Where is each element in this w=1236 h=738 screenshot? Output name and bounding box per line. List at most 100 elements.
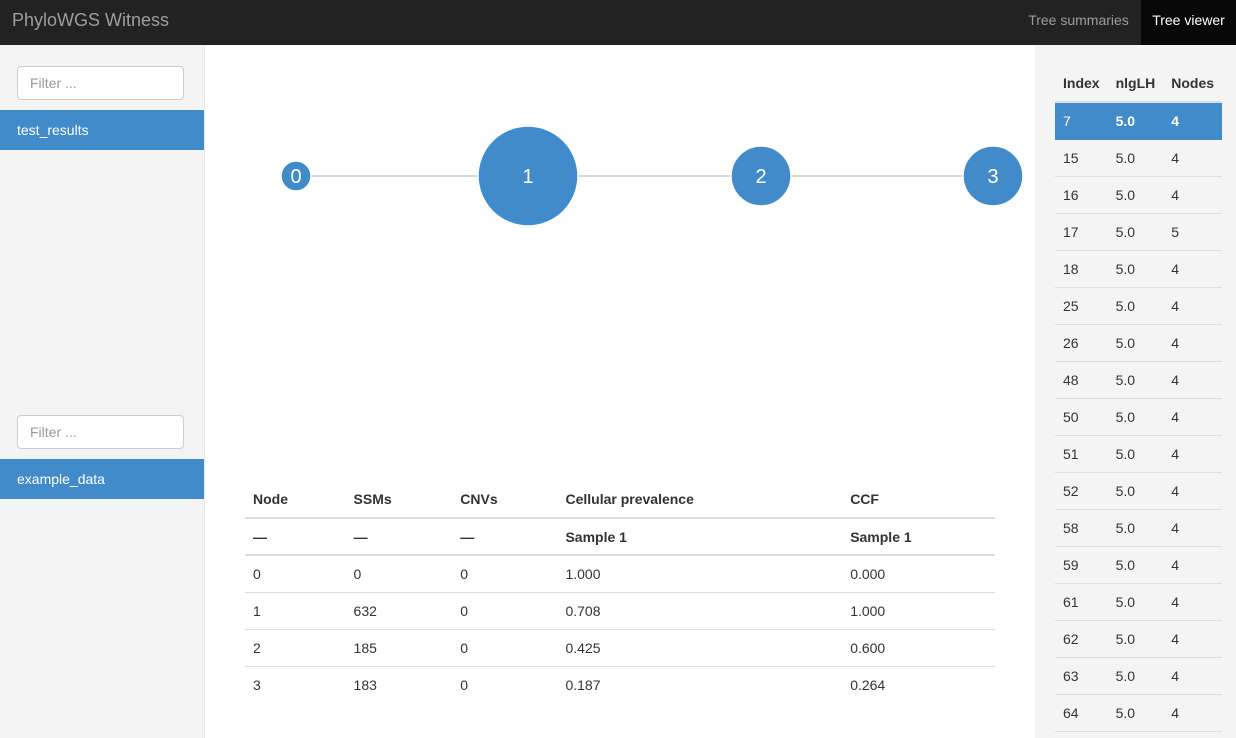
node-table-cell: 2 xyxy=(245,629,346,667)
run-filter-input[interactable] xyxy=(17,66,184,100)
node-table-header[interactable]: CCF xyxy=(842,481,995,519)
app-title[interactable]: PhyloWGS Witness xyxy=(12,10,169,30)
tree-list-cell: 4 xyxy=(1163,287,1223,325)
node-table-header[interactable]: Cellular prevalence xyxy=(557,481,843,519)
tree-list-cell: 4 xyxy=(1163,583,1223,621)
tree-list-cell: 5.0 xyxy=(1107,324,1164,362)
tree-list-cell: 5.0 xyxy=(1107,472,1164,510)
node-table-cell: 0.000 xyxy=(842,555,995,593)
node-table-cell: 0 xyxy=(460,676,469,693)
tree-node[interactable]: 2 xyxy=(730,145,792,207)
tree-list-cell: 5.0 xyxy=(1107,213,1164,251)
tree-list-table: Index nlgLH Nodes 7 5.0 4 15 5.0 4 16 5.0 4 17 5.0 5 1… xyxy=(1055,65,1223,732)
tree-node-label: 0 xyxy=(290,166,301,188)
tree-list-cell: 4 xyxy=(1163,398,1223,436)
tree-list-row[interactable]: 48 5.0 4 xyxy=(1055,361,1223,399)
node-table: Node SSMs CNVs Cellular prevalence CCF — — — Sa… xyxy=(245,481,995,703)
tree-list-cell: 5.0 xyxy=(1107,509,1164,547)
tree-list-row[interactable]: 64 5.0 4 xyxy=(1055,694,1223,732)
tree-list-cell: 61 xyxy=(1055,583,1108,621)
tree-list-row[interactable]: 51 5.0 4 xyxy=(1055,435,1223,473)
node-table-cell: 0.425 xyxy=(557,629,843,667)
nav-tree-summaries[interactable]: Tree summaries xyxy=(1016,0,1141,45)
node-table-cell: 183 xyxy=(353,676,377,693)
tree-list-cell: 15 xyxy=(1055,139,1108,177)
tree-list-cell: 4 xyxy=(1163,657,1223,695)
tree-node[interactable]: 1 xyxy=(477,125,579,227)
tree-list-header[interactable]: nlgLH xyxy=(1107,65,1164,103)
node-table-cell: 3 xyxy=(253,676,261,693)
tree-list-cell: 25 xyxy=(1055,287,1108,325)
node-table-cell: 0 xyxy=(345,555,453,593)
tree-node[interactable]: 3 xyxy=(962,145,1024,207)
tree-node[interactable]: 0 xyxy=(280,160,312,192)
tree-node-label: 2 xyxy=(755,166,766,188)
node-table-row: 3 183 0 0.187 0.264 xyxy=(245,666,995,703)
tree-list-cell: 5.0 xyxy=(1107,102,1164,140)
tree-list-cell: 48 xyxy=(1055,361,1108,399)
tree-list-cell: 5.0 xyxy=(1107,398,1164,436)
tree-list-row[interactable]: 7 5.0 4 xyxy=(1055,102,1223,140)
tree-list-header[interactable]: Index xyxy=(1055,65,1108,103)
tree-list-cell: 26 xyxy=(1055,324,1108,362)
node-table-cell: 0 xyxy=(452,629,558,667)
node-table-row: 0 0 0 1.000 0.000 xyxy=(245,555,995,593)
tree-list-row[interactable]: 15 5.0 4 xyxy=(1055,139,1223,177)
tree-list-cell: 5.0 xyxy=(1107,176,1164,214)
tree-list-row[interactable]: 16 5.0 4 xyxy=(1055,176,1223,214)
tree-list-row[interactable]: 17 5.0 5 xyxy=(1055,213,1223,251)
tree-list-cell: 62 xyxy=(1055,620,1108,658)
tree-list-row[interactable]: 58 5.0 4 xyxy=(1055,509,1223,547)
tree-list-row[interactable]: 59 5.0 4 xyxy=(1055,546,1223,584)
tree-list-row[interactable]: 63 5.0 4 xyxy=(1055,657,1223,695)
node-table-header[interactable]: Node xyxy=(245,481,346,519)
node-table-cell: 0 xyxy=(245,555,346,593)
node-table-cell: 0.600 xyxy=(842,629,995,667)
sidebar: test_results example_data xyxy=(0,45,205,738)
tree-list-cell: 4 xyxy=(1163,250,1223,288)
tree-list-row[interactable]: 50 5.0 4 xyxy=(1055,398,1223,436)
node-table-cell: 0 xyxy=(452,555,558,593)
node-table-header[interactable]: SSMs xyxy=(345,481,453,519)
node-table-cell: 1.000 xyxy=(842,592,995,630)
node-table-subheader: — xyxy=(452,518,558,556)
tree-list-cell: 5.0 xyxy=(1107,435,1164,473)
tree-list-cell: 5.0 xyxy=(1107,139,1164,177)
tree-list-cell: 5.0 xyxy=(1107,620,1164,658)
node-table-row: 2 185 0 0.425 0.600 xyxy=(245,629,995,667)
tree-list-cell: 18 xyxy=(1055,250,1108,288)
tree-list-cell: 4 xyxy=(1163,509,1223,547)
tree-list-cell: 52 xyxy=(1055,472,1108,510)
tree-list-cell: 4 xyxy=(1163,435,1223,473)
tree-list-row[interactable]: 26 5.0 4 xyxy=(1055,324,1223,362)
tree-list-cell: 5 xyxy=(1163,213,1223,251)
tree-list-cell: 5.0 xyxy=(1107,361,1164,399)
tree-list-cell: 59 xyxy=(1055,546,1108,584)
tree-list-cell: 4 xyxy=(1163,694,1223,732)
tree-list-cell: 4 xyxy=(1163,361,1223,399)
tree-list-row[interactable]: 25 5.0 4 xyxy=(1055,287,1223,325)
tree-list-cell: 7 xyxy=(1055,102,1108,140)
tree-list-cell: 5.0 xyxy=(1107,583,1164,621)
tree-list-cell: 51 xyxy=(1055,435,1108,473)
tree-node-label: 3 xyxy=(987,166,998,188)
run-item-example-data[interactable]: example_data xyxy=(0,459,204,499)
node-table-subheader: — xyxy=(345,518,453,556)
tree-list-cell: 64 xyxy=(1055,694,1108,732)
node-table-header[interactable]: CNVs xyxy=(452,481,558,519)
tree-list-row[interactable]: 18 5.0 4 xyxy=(1055,250,1223,288)
tree-diagram: 0 1 2 3 xyxy=(280,125,1024,227)
tree-list-row[interactable]: 52 5.0 4 xyxy=(1055,472,1223,510)
tree-list-header[interactable]: Nodes xyxy=(1163,65,1223,103)
tree-list-cell: 17 xyxy=(1055,213,1108,251)
tree-list-row[interactable]: 61 5.0 4 xyxy=(1055,583,1223,621)
tree-list-cell: 58 xyxy=(1055,509,1108,547)
run-filter-input[interactable] xyxy=(17,415,184,449)
node-table-cell: 0 xyxy=(452,592,558,630)
tree-list-row[interactable]: 62 5.0 4 xyxy=(1055,620,1223,658)
tree-list-cell: 4 xyxy=(1163,620,1223,658)
run-item-test-results[interactable]: test_results xyxy=(0,110,204,150)
node-table-subheader: Sample 1 xyxy=(842,518,995,556)
tree-list-cell: 4 xyxy=(1163,139,1223,177)
nav-tree-viewer[interactable]: Tree viewer xyxy=(1141,0,1236,45)
